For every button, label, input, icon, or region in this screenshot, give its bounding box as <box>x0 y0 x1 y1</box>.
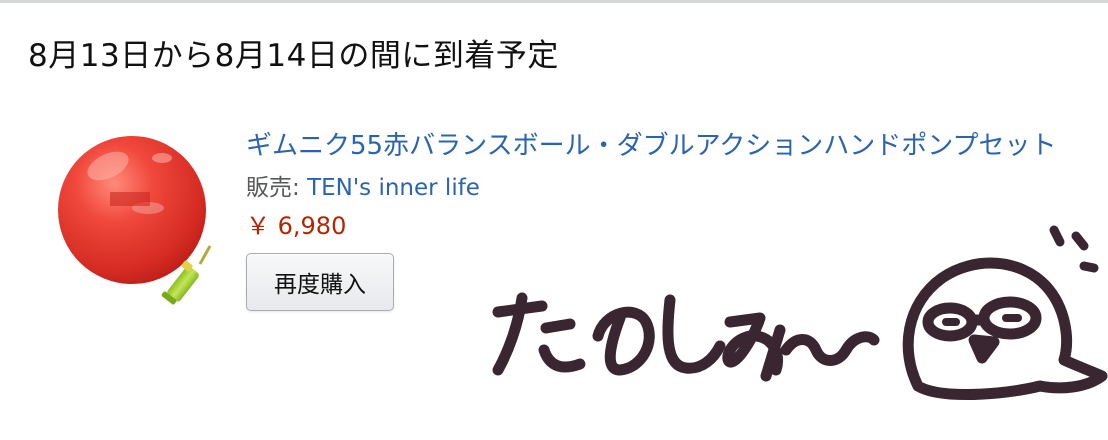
handwritten-doodle <box>492 225 1108 401</box>
tanoshimi-handwriting <box>492 292 880 382</box>
seller-label: 販売: <box>246 175 308 201</box>
order-item-card: 8月13日から8月14日の間に到着予定 ギムニク55赤バランスボール・ダブルアク… <box>0 0 1108 440</box>
top-divider <box>0 0 1108 3</box>
balance-ball-icon <box>58 136 206 284</box>
product-price: ￥ 6,980 <box>246 212 347 240</box>
seller-row: 販売: TEN's inner life <box>246 168 480 202</box>
buy-again-button[interactable]: 再度購入 <box>246 253 394 311</box>
bird-with-glasses-icon <box>902 225 1108 401</box>
delivery-estimate: 8月13日から8月14日の間に到着予定 <box>28 38 559 74</box>
product-title-link[interactable]: ギムニク55赤バランスボール・ダブルアクションハンドポンプセット <box>246 125 1057 162</box>
product-image[interactable] <box>50 118 225 308</box>
seller-name-link[interactable]: TEN's inner life <box>307 175 480 201</box>
